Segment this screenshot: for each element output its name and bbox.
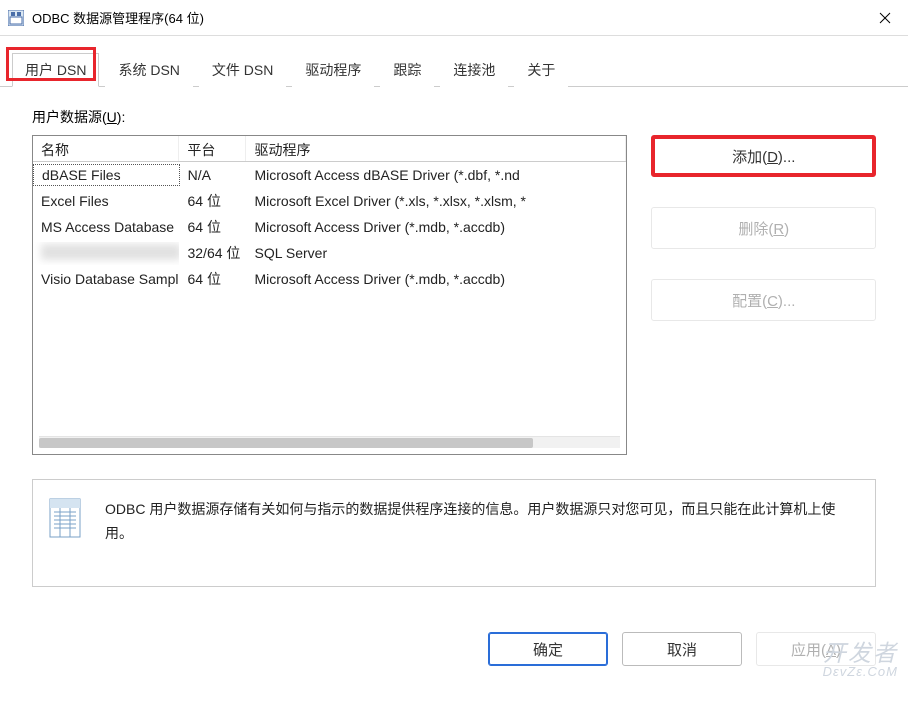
col-platform[interactable]: 平台 — [179, 136, 246, 161]
table-row[interactable]: 32/64 位 SQL Server — [33, 240, 626, 266]
tab-pool[interactable]: 连接池 — [440, 53, 508, 87]
ok-button[interactable]: 确定 — [488, 632, 608, 666]
table-row[interactable]: dBASE Files N/A Microsoft Access dBASE D… — [33, 162, 626, 188]
info-text: ODBC 用户数据源存储有关如何与指示的数据提供程序连接的信息。用户数据源只对您… — [105, 498, 859, 546]
list-body: dBASE Files N/A Microsoft Access dBASE D… — [33, 162, 626, 292]
odbc-admin-icon — [8, 10, 24, 26]
datasource-icon — [49, 498, 81, 538]
info-box: ODBC 用户数据源存储有关如何与指示的数据提供程序连接的信息。用户数据源只对您… — [32, 479, 876, 587]
tab-about[interactable]: 关于 — [514, 53, 568, 87]
tab-user-dsn[interactable]: 用户 DSN — [12, 53, 99, 87]
window-title: ODBC 数据源管理程序(64 位) — [32, 8, 862, 27]
col-driver[interactable]: 驱动程序 — [246, 136, 626, 161]
tab-trace[interactable]: 跟踪 — [380, 53, 434, 87]
close-icon — [879, 12, 891, 24]
tab-drivers[interactable]: 驱动程序 — [292, 53, 374, 87]
redacted-text — [41, 244, 179, 260]
side-buttons: 添加(D)... 删除(R) 配置(C)... — [651, 135, 876, 455]
titlebar: ODBC 数据源管理程序(64 位) — [0, 0, 908, 36]
col-name[interactable]: 名称 — [33, 136, 179, 161]
remove-button[interactable]: 删除(R) — [651, 207, 876, 249]
table-row[interactable]: MS Access Database 64 位 Microsoft Access… — [33, 214, 626, 240]
table-row[interactable]: Excel Files 64 位 Microsoft Excel Driver … — [33, 188, 626, 214]
watermark: 开发者 DεvZε.CoM — [823, 642, 898, 678]
scrollbar-thumb[interactable] — [39, 438, 533, 448]
dialog-footer: 确定 取消 应用(A) — [0, 632, 908, 666]
table-row[interactable]: Visio Database Samples 64 位 Microsoft Ac… — [33, 266, 626, 292]
list-label: 用户数据源(U): — [32, 107, 876, 127]
close-button[interactable] — [862, 0, 908, 36]
add-button[interactable]: 添加(D)... — [651, 135, 876, 177]
horizontal-scrollbar[interactable] — [39, 436, 620, 448]
cancel-button[interactable]: 取消 — [622, 632, 742, 666]
tab-system-dsn[interactable]: 系统 DSN — [105, 53, 192, 87]
tab-bar: 用户 DSN 系统 DSN 文件 DSN 驱动程序 跟踪 连接池 关于 — [0, 36, 908, 87]
datasource-list[interactable]: 名称 平台 驱动程序 dBASE Files N/A Microsoft Acc… — [32, 135, 627, 455]
list-header: 名称 平台 驱动程序 — [33, 136, 626, 162]
tab-file-dsn[interactable]: 文件 DSN — [199, 53, 286, 87]
configure-button[interactable]: 配置(C)... — [651, 279, 876, 321]
